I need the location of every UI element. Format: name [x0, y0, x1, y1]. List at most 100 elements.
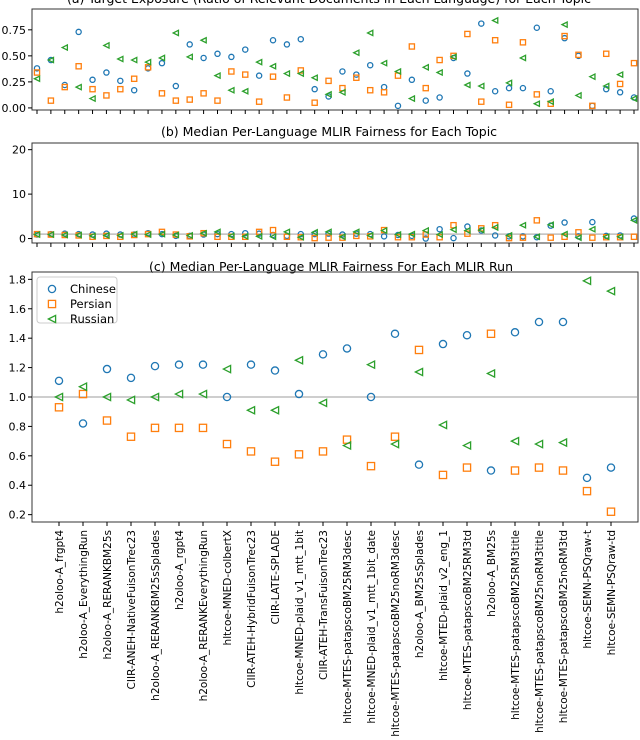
point-russian	[130, 56, 138, 64]
x-tick-label: hltcoe-MTES-patapscoBM25RM3title	[510, 530, 522, 720]
point-persian	[630, 233, 638, 241]
series-persian	[33, 217, 638, 242]
point-chinese	[547, 88, 554, 95]
point-russian	[491, 16, 499, 25]
point-chinese	[186, 41, 193, 48]
point-chinese	[283, 41, 291, 48]
point-persian	[200, 90, 207, 97]
point-chinese	[174, 360, 184, 369]
point-chinese	[172, 82, 180, 90]
point-persian	[438, 470, 448, 480]
point-russian	[116, 55, 124, 63]
point-chinese	[408, 76, 416, 84]
point-persian	[462, 463, 472, 472]
point-persian	[589, 234, 596, 241]
point-chinese	[297, 35, 305, 43]
x-tick-label: hltcoe-MTES-patapscoBM25RM3desc	[342, 530, 354, 724]
legend: ChinesePersianRussian	[36, 276, 118, 326]
point-persian	[242, 71, 249, 78]
point-persian	[422, 84, 429, 92]
point-chinese	[589, 102, 596, 110]
point-persian	[318, 447, 328, 456]
point-persian	[246, 447, 256, 456]
point-persian	[222, 439, 232, 449]
point-chinese	[117, 77, 124, 85]
panel-a-target-exposure: (a) Target Exposure (Ratio of Relevant D…	[2, 0, 639, 115]
point-chinese	[519, 84, 527, 92]
point-persian	[75, 63, 82, 70]
point-chinese	[228, 53, 235, 61]
y-tick-label: 1.4	[9, 332, 27, 345]
point-chinese	[366, 61, 374, 69]
point-persian	[478, 98, 485, 105]
point-russian	[616, 70, 624, 79]
panel-a-marks	[32, 16, 638, 110]
series-chinese	[54, 317, 616, 483]
point-russian	[310, 74, 318, 82]
point-russian	[241, 87, 249, 95]
point-chinese	[158, 59, 166, 67]
x-tick-label: h2oloo-A_RERANKEverythingRun	[198, 530, 210, 701]
y-tick-label: 20	[12, 144, 26, 157]
point-russian	[144, 58, 152, 66]
point-russian	[574, 91, 582, 100]
point-persian	[269, 73, 277, 80]
x-tick-label: h2oloo-A_RERANKBM25s	[102, 530, 114, 660]
point-russian	[461, 440, 472, 451]
point-russian	[366, 29, 374, 37]
point-persian	[464, 30, 471, 38]
point-persian	[390, 432, 400, 441]
point-persian	[533, 91, 541, 98]
legend-label-chinese: Chinese	[70, 282, 116, 296]
point-chinese	[102, 364, 112, 374]
point-russian	[477, 82, 485, 90]
point-russian	[485, 368, 496, 379]
point-russian	[560, 20, 568, 29]
point-russian	[60, 43, 69, 52]
point-persian	[486, 329, 496, 339]
point-russian	[317, 398, 328, 408]
series-persian	[33, 30, 638, 110]
point-chinese	[394, 102, 402, 110]
panel-c-y-axis: 0.2 0.4 0.6 0.8 1.0 1.2 1.4 1.6 1.8	[9, 273, 32, 522]
series-russian	[32, 216, 638, 242]
point-persian	[366, 86, 374, 94]
point-russian	[588, 225, 596, 233]
y-tick-label: 10	[12, 188, 26, 201]
point-persian	[283, 94, 291, 101]
point-chinese	[269, 36, 277, 44]
point-chinese	[510, 328, 520, 337]
point-russian	[532, 100, 541, 108]
point-chinese	[450, 234, 457, 242]
legend-label-persian: Persian	[70, 297, 112, 311]
x-tick-label: hltcoe-MTED-plaid_v2_eng_1	[438, 530, 450, 681]
point-persian	[228, 68, 235, 75]
y-tick-label: 0.50	[2, 50, 27, 63]
point-chinese	[478, 20, 485, 27]
y-tick-label: 1.2	[9, 362, 27, 375]
point-russian	[365, 359, 376, 370]
y-tick-label: 0.25	[2, 76, 27, 89]
x-tick-label: hltcoe-SEMN-PSQraw-td	[606, 530, 618, 655]
point-chinese	[582, 473, 592, 483]
point-persian	[510, 466, 520, 475]
y-tick-label: 0.75	[2, 24, 27, 37]
point-persian	[130, 75, 138, 83]
series-persian	[54, 329, 616, 516]
y-tick-label: 0.2	[9, 509, 27, 522]
point-russian	[255, 58, 263, 66]
point-persian	[436, 56, 443, 64]
point-chinese	[198, 360, 208, 369]
point-russian	[389, 439, 400, 449]
point-chinese	[75, 28, 82, 36]
point-persian	[198, 423, 208, 433]
point-russian	[102, 41, 110, 50]
point-persian	[491, 36, 499, 44]
point-chinese	[534, 317, 544, 327]
point-russian	[605, 286, 616, 296]
x-tick-label: hltcoe-MTES-patapscoBM25RM3td	[462, 530, 474, 710]
point-persian	[505, 101, 513, 109]
x-tick-label: h2oloo-A_EverythingRun	[78, 530, 90, 659]
point-chinese	[558, 317, 568, 327]
point-persian	[255, 98, 263, 105]
